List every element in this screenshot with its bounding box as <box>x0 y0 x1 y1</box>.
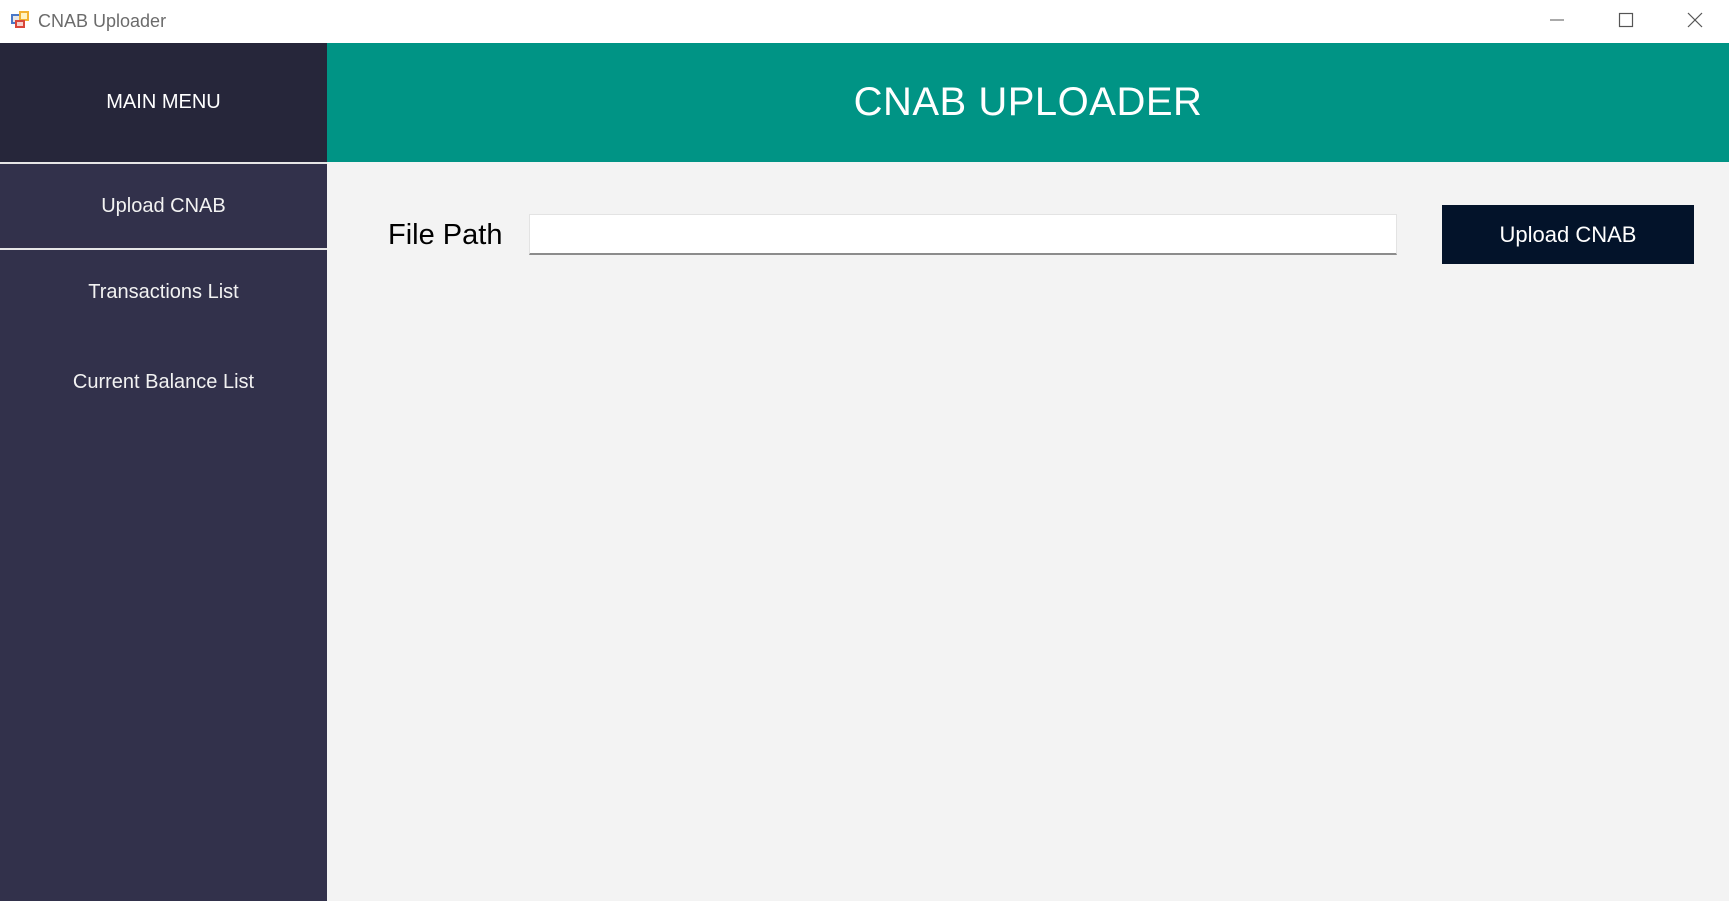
page-title: CNAB UPLOADER <box>853 80 1203 124</box>
sidebar-item-current-balance-list[interactable]: Current Balance List <box>0 340 327 424</box>
upload-cnab-button[interactable]: Upload CNAB <box>1442 205 1694 264</box>
sidebar-header-label: MAIN MENU <box>106 91 221 113</box>
minimize-button[interactable] <box>1523 0 1591 40</box>
window-title: CNAB Uploader <box>38 11 167 31</box>
sidebar-item-label: Transactions List <box>88 280 239 303</box>
app-window: CNAB Uploader MAIN MENU Upload CNAB Tran <box>0 0 1729 901</box>
sidebar-item-label: Upload CNAB <box>101 194 226 217</box>
app-icon <box>11 11 29 28</box>
sidebar-item-label: Current Balance List <box>72 370 255 393</box>
minimize-icon <box>1550 19 1564 21</box>
sidebar-header: MAIN MENU <box>0 43 327 162</box>
file-path-label: File Path <box>388 219 503 251</box>
main-content: File Path Upload CNAB <box>327 162 1729 901</box>
sidebar-item-upload-cnab[interactable]: Upload CNAB <box>0 162 327 250</box>
title-bar: CNAB Uploader <box>0 0 1729 43</box>
close-icon <box>1687 12 1703 28</box>
file-path-input[interactable] <box>529 214 1397 255</box>
sidebar-item-transactions-list[interactable]: Transactions List <box>0 252 327 332</box>
maximize-icon <box>1618 12 1634 28</box>
page-header: CNAB UPLOADER <box>327 43 1729 162</box>
close-button[interactable] <box>1661 0 1729 40</box>
sidebar: MAIN MENU Upload CNAB Transactions List … <box>0 43 327 901</box>
maximize-button[interactable] <box>1592 0 1660 40</box>
